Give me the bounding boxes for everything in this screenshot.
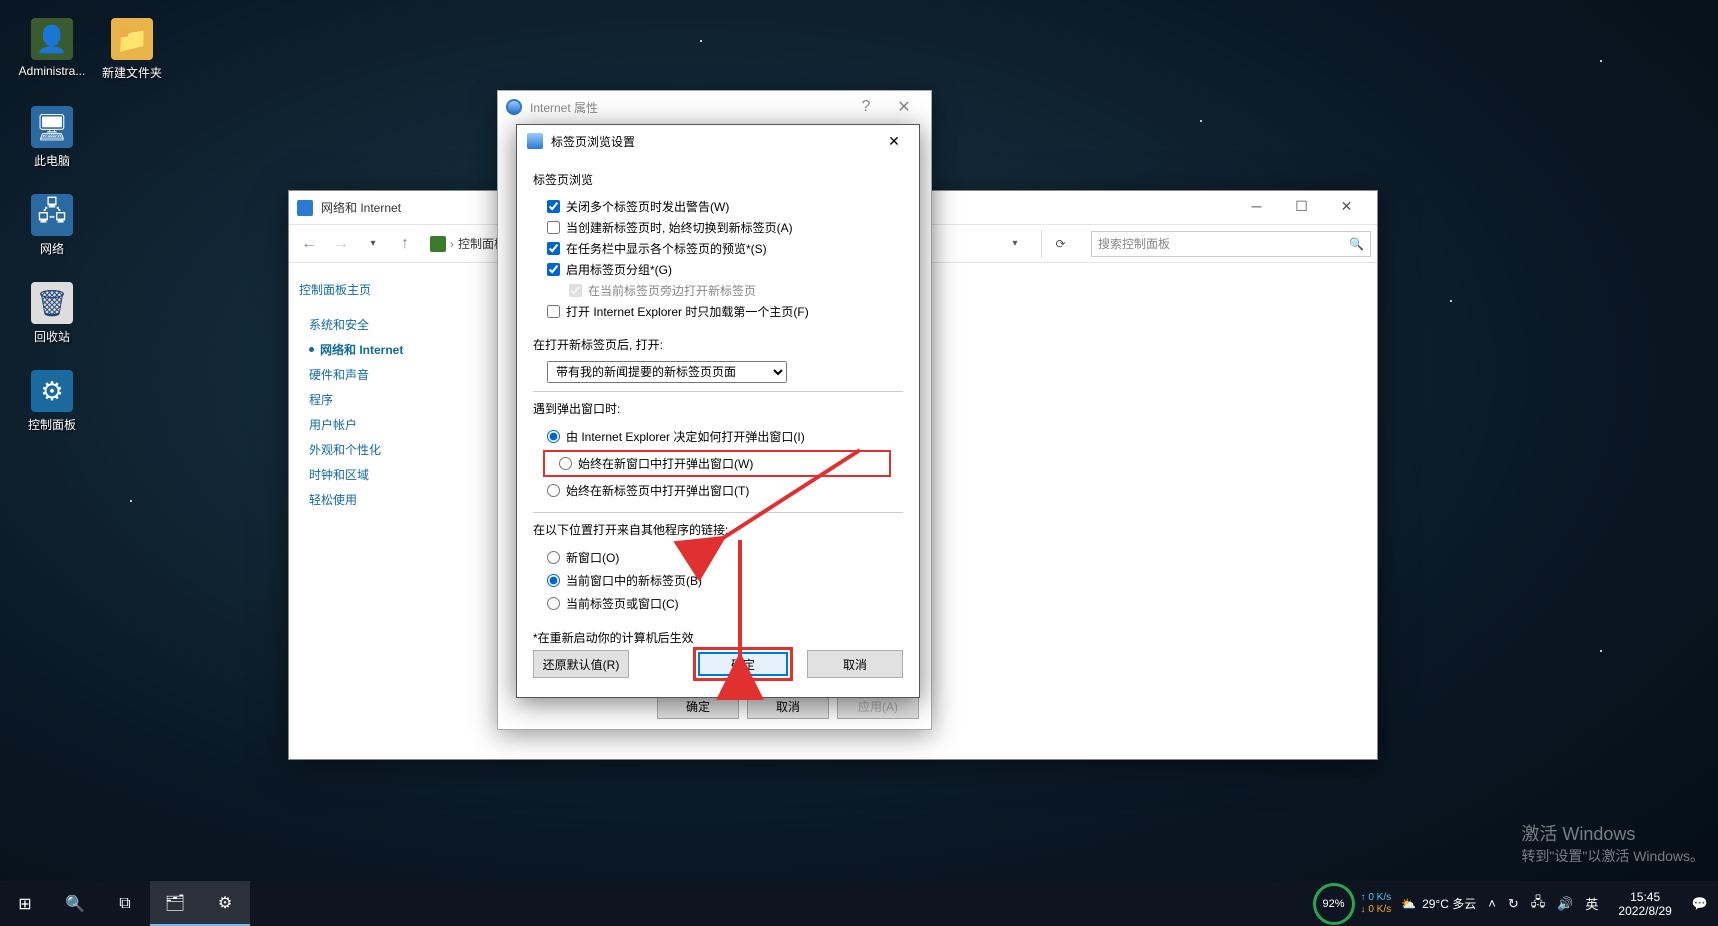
forward-button[interactable]: → xyxy=(327,230,355,258)
desktop-icon-label: 回收站 xyxy=(14,328,90,345)
checkbox-load-first-home[interactable]: 打开 Internet Explorer 时只加载第一个主页(F) xyxy=(533,301,903,322)
breadcrumb-dropdown[interactable]: ▾ xyxy=(1001,230,1029,258)
section-newtab: 在打开新标签页后, 打开: xyxy=(533,336,903,353)
taskbar-app-explorer[interactable]: 🗂 xyxy=(150,881,200,926)
sidebar-item-appearance[interactable]: 外观和个性化 xyxy=(299,437,479,462)
search-input[interactable]: 搜索控制面板 🔍 xyxy=(1091,231,1371,257)
sidebar-title[interactable]: 控制面板主页 xyxy=(299,281,479,298)
ok-highlight: 确定 xyxy=(693,647,793,681)
control-panel-icon: ⚙ xyxy=(31,370,73,412)
radio-ext-current-newtab[interactable]: 当前窗口中的新标签页(B) xyxy=(533,569,903,592)
back-button[interactable]: ← xyxy=(295,230,323,258)
taskbar: ⊞ 🔍 ⧉ 🗂 ⚙ 92% ↑ 0 K/s ↓ 0 K/s ⛅29°C 多云 ˄… xyxy=(0,881,1718,926)
desktop-icon-label: 此电脑 xyxy=(14,152,90,169)
recycle-icon: 🗑 xyxy=(31,282,73,324)
cancel-button[interactable]: 取消 xyxy=(807,650,903,678)
restart-note: *在重新启动你的计算机后生效 xyxy=(533,629,903,646)
radio-ext-current-tab[interactable]: 当前标签页或窗口(C) xyxy=(533,592,903,615)
help-button[interactable]: ? xyxy=(847,98,885,116)
sidebar-item-ease[interactable]: 轻松使用 xyxy=(299,487,479,512)
internet-icon xyxy=(527,133,543,149)
ok-button[interactable]: 确定 xyxy=(698,652,788,676)
sidebar-item-clock[interactable]: 时钟和区域 xyxy=(299,462,479,487)
internet-properties-titlebar[interactable]: Internet 属性 ? ✕ xyxy=(498,91,931,123)
section-popup: 遇到弹出窗口时: xyxy=(533,400,903,417)
checkbox-warn-close[interactable]: 关闭多个标签页时发出警告(W) xyxy=(533,196,903,217)
tray-clock[interactable]: 15:45 2022/8/29 xyxy=(1610,890,1679,918)
desktop-icon-network[interactable]: 🖧 网络 xyxy=(14,194,90,257)
tray-sync-icon[interactable]: ↻ xyxy=(1508,896,1519,912)
desktop-icon-thispc[interactable]: 🖥 此电脑 xyxy=(14,106,90,169)
control-panel-title-icon xyxy=(297,200,313,216)
up-button[interactable]: ↑ xyxy=(391,230,419,258)
computer-icon: 🖥 xyxy=(31,106,73,148)
perf-gauge[interactable]: 92% xyxy=(1313,883,1355,925)
search-button[interactable]: 🔍 xyxy=(50,881,100,926)
tray-chevron-icon[interactable]: ˄ xyxy=(1488,896,1496,911)
section-tabbrowsing: 标签页浏览 xyxy=(533,171,903,188)
checkbox-switch-newtab[interactable]: 当创建新标签页时, 始终切换到新标签页(A) xyxy=(533,217,903,238)
radio-popup-new-window[interactable]: 始终在新窗口中打开弹出窗口(W) xyxy=(543,450,891,477)
desktop-icon-label: 控制面板 xyxy=(14,416,90,433)
desktop-icon-label: 网络 xyxy=(14,240,90,257)
close-button[interactable]: ✕ xyxy=(879,129,909,153)
recent-button[interactable]: ▾ xyxy=(359,230,387,258)
desktop-icon-admin[interactable]: 👤 Administra... xyxy=(14,18,90,78)
desktop-icon-label: 新建文件夹 xyxy=(94,64,170,81)
desktop-icon-controlpanel[interactable]: ⚙ 控制面板 xyxy=(14,370,90,433)
sidebar-item-network[interactable]: 网络和 Internet xyxy=(299,337,479,362)
desktop-icon-newfolder[interactable]: 📁 新建文件夹 xyxy=(94,18,170,81)
search-placeholder: 搜索控制面板 xyxy=(1098,235,1170,252)
taskbar-app-control[interactable]: ⚙ xyxy=(200,881,250,926)
tray-volume-icon[interactable]: 🔊 xyxy=(1557,896,1573,912)
network-icon: 🖧 xyxy=(31,194,73,236)
restore-defaults-button[interactable]: 还原默认值(R) xyxy=(533,650,629,678)
dialog-title: Internet 属性 xyxy=(530,99,847,116)
radio-popup-ie-decide[interactable]: 由 Internet Explorer 决定如何打开弹出窗口(I) xyxy=(533,425,903,448)
maximize-button[interactable]: ☐ xyxy=(1279,193,1324,223)
taskview-button[interactable]: ⧉ xyxy=(100,881,150,926)
net-speed[interactable]: ↑ 0 K/s ↓ 0 K/s xyxy=(1361,892,1392,916)
newtab-select[interactable]: 带有我的新闻提要的新标签页页面 xyxy=(547,361,787,383)
checkbox-tab-groups[interactable]: 启用标签页分组*(G) xyxy=(533,259,903,280)
sidebar-item-programs[interactable]: 程序 xyxy=(299,387,479,412)
tray-notifications-icon[interactable]: 💬 xyxy=(1692,896,1708,912)
close-button[interactable]: ✕ xyxy=(885,97,923,117)
tray-network-icon[interactable]: 🖧 xyxy=(1531,893,1546,915)
radio-popup-new-tab[interactable]: 始终在新标签页中打开弹出窗口(T) xyxy=(533,479,903,502)
sidebar-item-accounts[interactable]: 用户帐户 xyxy=(299,412,479,437)
search-icon: 🔍 xyxy=(1349,237,1364,251)
sidebar-item-hardware[interactable]: 硬件和声音 xyxy=(299,362,479,387)
start-button[interactable]: ⊞ xyxy=(0,881,50,926)
control-panel-sidebar: 控制面板主页 系统和安全 网络和 Internet 硬件和声音 程序 用户帐户 … xyxy=(289,263,489,759)
tray-ime[interactable]: 英 xyxy=(1585,894,1598,913)
activation-watermark: 激活 Windows 转到"设置"以激活 Windows。 xyxy=(1521,820,1704,866)
close-button[interactable]: ✕ xyxy=(1324,193,1369,223)
weather-widget[interactable]: ⛅29°C 多云 xyxy=(1401,895,1476,912)
sidebar-item-system[interactable]: 系统和安全 xyxy=(299,312,479,337)
desktop-icon-label: Administra... xyxy=(14,64,90,78)
folder-icon: 📁 xyxy=(111,18,153,60)
desktop-icon-recycle[interactable]: 🗑 回收站 xyxy=(14,282,90,345)
refresh-button[interactable]: ⟳ xyxy=(1041,230,1079,258)
weather-icon: ⛅ xyxy=(1401,897,1416,911)
tab-settings-dialog: 标签页浏览设置 ✕ 标签页浏览 关闭多个标签页时发出警告(W) 当创建新标签页时… xyxy=(516,124,920,698)
control-panel-crumb-icon xyxy=(430,236,446,252)
section-external-links: 在以下位置打开来自其他程序的链接: xyxy=(533,521,903,538)
checkbox-open-beside: 在当前标签页旁边打开新标签页 xyxy=(533,280,903,301)
minimize-button[interactable]: ─ xyxy=(1234,193,1279,223)
internet-icon xyxy=(506,99,522,115)
checkbox-taskbar-preview[interactable]: 在任务栏中显示各个标签页的预览*(S) xyxy=(533,238,903,259)
radio-ext-new-window[interactable]: 新窗口(O) xyxy=(533,546,903,569)
tab-settings-titlebar[interactable]: 标签页浏览设置 ✕ xyxy=(517,125,919,157)
dialog-title: 标签页浏览设置 xyxy=(551,133,879,150)
user-icon: 👤 xyxy=(31,18,73,60)
